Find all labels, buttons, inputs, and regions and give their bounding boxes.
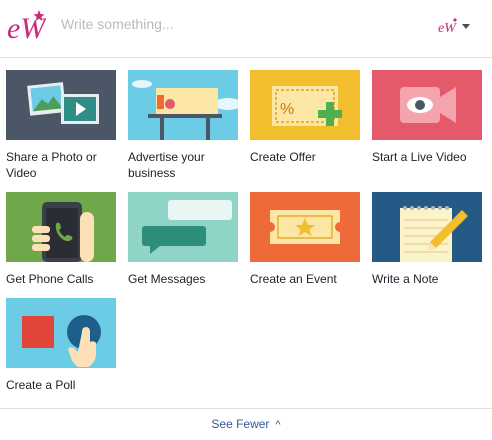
billboard-icon [128,70,238,140]
chevron-up-icon: ^ [275,419,281,431]
option-get-phone-calls[interactable]: Get Phone Calls [6,192,116,287]
page-switcher-dropdown[interactable]: eW [438,16,472,36]
option-label: Advertise your business [128,150,205,180]
see-fewer-button[interactable]: See Fewer ^ [0,417,492,431]
option-label: Create an Event [250,272,337,286]
option-label: Create a Poll [6,378,76,392]
option-label: Get Phone Calls [6,272,94,286]
option-label: Create Offer [250,150,316,164]
option-share-photo-video[interactable]: Share a Photo or Video [6,70,116,181]
poll-icon [6,298,116,368]
page-avatar-icon: eW [438,18,457,36]
option-create-offer[interactable]: % Create Offer [250,70,360,165]
offer-coupon-icon: % [250,70,360,140]
option-create-poll[interactable]: Create a Poll [6,298,116,393]
option-label: Start a Live Video [372,150,467,164]
option-label: Write a Note [372,272,439,286]
brand-logo-icon: eW [7,10,46,44]
composer-input[interactable]: Write something... [61,16,174,32]
option-label: Get Messages [128,272,206,286]
chevron-down-icon [462,24,470,29]
option-get-messages[interactable]: Get Messages [128,192,238,287]
svg-text:%: % [280,101,294,118]
phone-call-icon [6,192,116,262]
photo-video-icon [6,70,116,140]
post-composer: eW Write something... eW [0,0,492,58]
option-start-live-video[interactable]: Start a Live Video [372,70,482,165]
svg-text:eW: eW [438,21,457,36]
footer-divider [0,408,492,409]
option-create-event[interactable]: Create an Event [250,192,360,287]
see-fewer-label: See Fewer [211,417,270,431]
option-advertise-business[interactable]: Advertise your business [128,70,238,181]
note-pencil-icon [372,192,482,262]
message-bubbles-icon [128,192,238,262]
option-label: Share a Photo or Video [6,150,97,180]
event-ticket-icon [250,192,360,262]
option-write-note[interactable]: Write a Note [372,192,482,287]
live-video-camera-icon [372,70,482,140]
